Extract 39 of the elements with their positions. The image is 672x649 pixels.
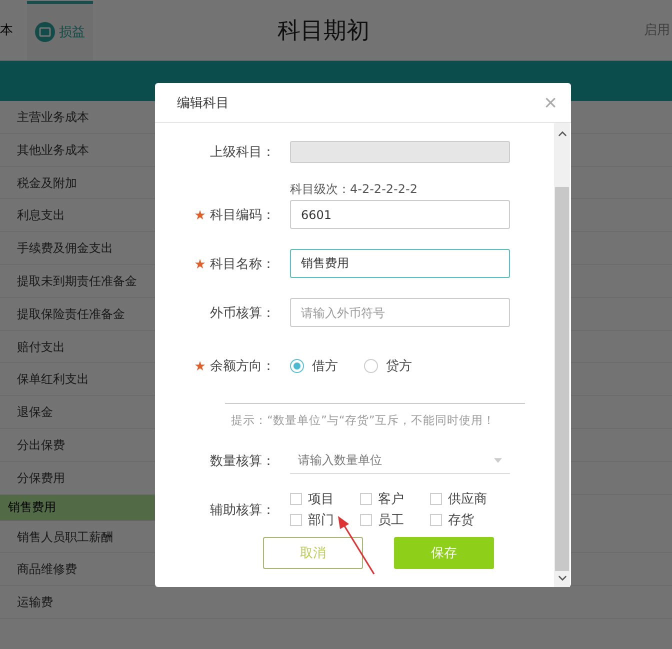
- dialog-title: 编辑科目: [177, 94, 229, 112]
- checkbox[interactable]: [290, 514, 302, 526]
- tab-label[interactable]: 本: [0, 21, 13, 39]
- radio-label[interactable]: 借方: [312, 357, 338, 375]
- radio-label[interactable]: 贷方: [386, 357, 412, 375]
- checkbox-label[interactable]: 员工: [378, 511, 404, 529]
- checkbox[interactable]: [290, 493, 302, 505]
- scroll-down-icon[interactable]: [558, 575, 566, 581]
- arrow-annotation: [336, 516, 376, 576]
- checkbox[interactable]: [430, 514, 442, 526]
- checkbox-label[interactable]: 部门: [308, 511, 334, 529]
- checkbox[interactable]: [360, 493, 372, 505]
- input-field[interactable]: 销售费用: [290, 249, 510, 278]
- field-label: 科目名称：: [210, 256, 275, 272]
- select-field[interactable]: 请输入数量单位: [290, 448, 510, 474]
- scrollbar[interactable]: [554, 123, 570, 587]
- input-field[interactable]: 6601: [290, 200, 510, 229]
- checkbox[interactable]: [360, 514, 372, 526]
- checkbox-label[interactable]: 存货: [448, 511, 474, 529]
- caret-icon: [494, 458, 502, 463]
- hint-text: 提示：“数量单位”与“存货”互斥，不能同时使用！: [231, 413, 495, 427]
- checkbox-label[interactable]: 客户: [378, 490, 404, 508]
- field-label: 外币核算：: [210, 304, 275, 322]
- checkbox-label[interactable]: 项目: [308, 490, 334, 508]
- field-label: 科目编码：: [210, 206, 275, 224]
- checkbox[interactable]: [430, 493, 442, 505]
- required-star-icon: [195, 210, 205, 220]
- radio-button[interactable]: [290, 359, 304, 373]
- field-label: 数量核算：: [210, 453, 275, 470]
- radio-button[interactable]: [364, 359, 378, 373]
- input-field[interactable]: 请输入外币符号: [290, 298, 510, 327]
- required-star-icon: [195, 258, 205, 268]
- field-label: 余额方向：: [210, 358, 275, 375]
- page-title: 科目期初: [276, 16, 370, 46]
- required-star-icon: [195, 361, 205, 371]
- field-label: 上级科目：: [210, 144, 275, 161]
- scroll-up-icon[interactable]: [558, 131, 566, 137]
- level-note: 科目级次：4-2-2-2-2-2: [290, 181, 418, 198]
- checkbox-label[interactable]: 供应商: [448, 490, 487, 508]
